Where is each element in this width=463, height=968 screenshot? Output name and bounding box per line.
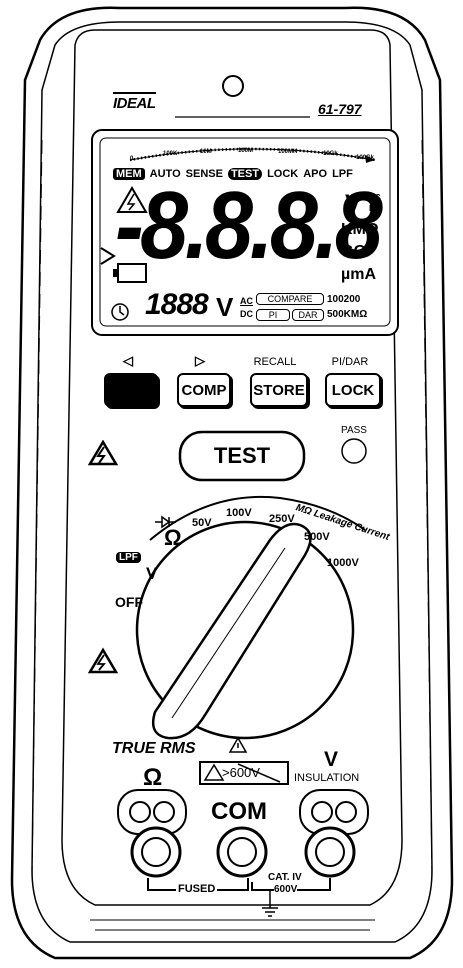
ground-icon — [261, 896, 279, 918]
dar-indicator: DAR — [292, 309, 324, 321]
model-number: 61-797 — [318, 101, 362, 117]
lock-button[interactable]: LOCK — [325, 373, 381, 407]
sub-unit: V — [216, 292, 234, 322]
dial-lpf: LPF — [116, 552, 141, 563]
right-arrow-icon: ▷ — [195, 353, 205, 368]
insulation-label: INSULATION — [294, 772, 360, 784]
unit-ac: AC — [369, 193, 381, 202]
sub-ac: AC — [240, 296, 253, 306]
v-jack[interactable] — [306, 828, 354, 876]
dial-250v: 250V — [269, 513, 295, 525]
high-voltage-warning-icon — [87, 439, 119, 466]
pi-indicator: PI — [256, 309, 290, 321]
store-button[interactable]: STORE — [250, 373, 308, 407]
bargraph-tick: 100M — [238, 148, 254, 154]
range-bottom: 500KMΩ — [327, 309, 368, 320]
left-arrow-icon: ◁ — [123, 353, 133, 368]
compare-indicator: COMPARE — [256, 293, 324, 305]
pass-label: PASS — [341, 425, 367, 436]
sub-digits: 1888 — [145, 288, 209, 321]
ohm-jack-label: Ω — [143, 764, 163, 791]
main-digits: -8.8.8.8 — [115, 172, 383, 279]
v-jack-label: V — [324, 748, 339, 771]
brand-logo: IDEAL — [113, 92, 156, 112]
dial-100v: 100V — [226, 507, 252, 519]
bargraph-tick: 10Gk — [323, 151, 338, 157]
test-button[interactable]: TEST — [180, 432, 304, 480]
rotary-dial[interactable] — [137, 522, 353, 738]
cat-voltage-label: 600V — [274, 884, 298, 895]
unit-kmohm: KMΩ — [341, 221, 379, 238]
pi-dar-label: PI/DAR — [331, 356, 369, 368]
com-jack[interactable] — [218, 828, 266, 876]
bargraph-tick: 0 — [130, 156, 134, 162]
sub-dc: DC — [240, 309, 253, 319]
cat-label: CAT. IV — [268, 872, 302, 883]
ohm-jack[interactable] — [132, 828, 180, 876]
true-rms-label: TRUE RMS — [112, 740, 196, 757]
bargraph-tick: 100K — [163, 151, 178, 157]
bargraph-tick: 10M — [200, 149, 212, 155]
unit-ua: µmA — [341, 266, 376, 283]
voltage-warning-label: >600V — [222, 765, 260, 780]
unit-v: V — [345, 190, 362, 217]
unit-gohm: GΩ — [341, 243, 367, 260]
com-label: COM — [211, 798, 267, 825]
range-top: 100200 — [327, 294, 361, 305]
comp-button[interactable]: COMP — [177, 373, 231, 407]
bargraph-tick: 100MK — [278, 149, 298, 155]
recall-label: RECALL — [253, 356, 297, 368]
bargraph-tick: 100Gk — [356, 155, 375, 161]
pass-led — [342, 439, 366, 463]
fused-label: FUSED — [176, 883, 218, 895]
unit-dc: DC — [369, 204, 381, 213]
left-button[interactable] — [104, 373, 158, 407]
